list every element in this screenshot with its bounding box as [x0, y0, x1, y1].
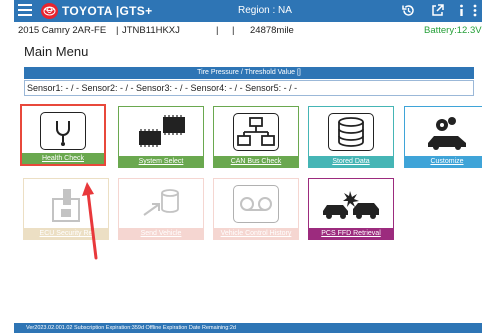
toyota-logo-icon — [41, 3, 58, 19]
separator: | — [116, 25, 119, 36]
tpms-values: Sensor1: - / - Sensor2: - / - Sensor3: -… — [24, 80, 474, 96]
battery-voltage: Battery:12.3V — [424, 25, 482, 36]
tile-label: Send Vehicle — [119, 228, 203, 239]
vehicle-vin: JTNB11HKXJ — [122, 25, 180, 36]
tile-label: Vehicle Control History — [214, 228, 298, 239]
tpms-header: Tire Pressure / Threshold Value [] — [24, 67, 474, 79]
collision-icon — [319, 185, 383, 223]
title-bar: TOYOTA |GTS+ Region : NA — [14, 0, 482, 22]
separator: | — [232, 25, 235, 36]
tile-pcs-ffd-retrieval[interactable]: PCS FFD Retrieval — [308, 178, 394, 240]
tile-label: PCS FFD Retrieval — [309, 228, 393, 239]
ecu-chip-icon — [131, 113, 191, 151]
tile-vehicle-control-history[interactable]: Vehicle Control History — [213, 178, 299, 240]
info-icon[interactable] — [454, 3, 469, 18]
tile-label: Stored Data — [309, 156, 393, 167]
tile-can-bus-check[interactable]: CAN Bus Check — [213, 106, 299, 168]
tile-label: System Select — [119, 156, 203, 167]
vehicle-model: 2015 Camry 2AR-FE — [18, 25, 107, 36]
tile-stored-data[interactable]: Stored Data — [308, 106, 394, 168]
app-title: TOYOTA |GTS+ — [62, 4, 153, 18]
vehicle-mileage: 24878mile — [250, 25, 294, 36]
status-text: Ver2023.02.001.02 Subscription Expiratio… — [26, 325, 236, 331]
region-label: Region : NA — [238, 5, 292, 16]
network-icon — [233, 113, 279, 151]
tile-send-vehicle[interactable]: Send Vehicle — [118, 178, 204, 240]
page-title: Main Menu — [24, 44, 89, 59]
annotation-arrow — [82, 182, 98, 260]
tile-customize[interactable]: Customize — [404, 106, 482, 168]
tile-system-select[interactable]: System Select — [118, 106, 204, 168]
stethoscope-icon — [40, 112, 86, 150]
car-gear-icon — [422, 113, 472, 151]
external-link-icon[interactable] — [430, 3, 445, 18]
separator: | — [216, 25, 219, 36]
vehicle-info-row: 2015 Camry 2AR-FE | JTNB11HKXJ | | 24878… — [18, 24, 482, 38]
tile-label: Health Check — [22, 153, 104, 164]
tile-health-check[interactable]: Health Check — [20, 104, 106, 166]
tile-label: Customize — [405, 156, 482, 167]
menu-icon[interactable] — [18, 4, 32, 18]
tile-label: CAN Bus Check — [214, 156, 298, 167]
history-icon[interactable] — [401, 3, 416, 18]
database-icon — [328, 113, 374, 151]
status-bar: Ver2023.02.001.02 Subscription Expiratio… — [14, 323, 482, 333]
more-vert-icon[interactable] — [471, 3, 479, 18]
tape-icon — [233, 185, 279, 223]
upload-data-icon — [138, 185, 184, 223]
